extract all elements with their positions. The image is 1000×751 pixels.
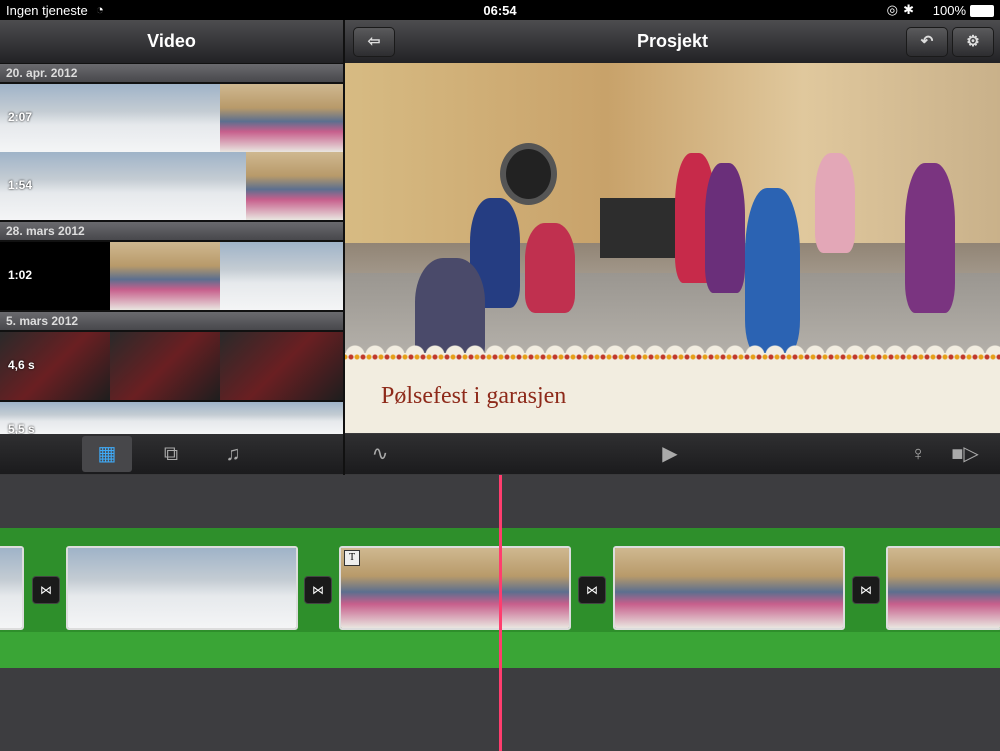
- project-header: ⇦ Prosjekt ↶ ⚙: [345, 20, 1000, 64]
- clip-frame: [615, 548, 695, 628]
- battery-icon: [970, 5, 994, 17]
- timeline-clip[interactable]: [0, 546, 24, 630]
- film-back-icon: ⇦: [367, 33, 381, 50]
- timeline-clip[interactable]: [613, 546, 845, 630]
- clock-label: 06:54: [483, 3, 517, 18]
- back-to-projects-button[interactable]: ⇦: [353, 27, 395, 57]
- clip-row[interactable]: 1:02: [0, 242, 343, 310]
- video-tab[interactable]: ▦: [82, 436, 132, 472]
- clip-thumbnail: [110, 242, 220, 310]
- film-icon: ▦: [97, 443, 117, 465]
- timeline-clip[interactable]: [66, 546, 298, 630]
- battery-percent: 100%: [932, 3, 966, 18]
- transition-button[interactable]: ⋈: [852, 576, 880, 604]
- clip-frame: [421, 548, 501, 628]
- waveform-icon: ∿: [371, 443, 389, 465]
- clip-frame: [148, 548, 228, 628]
- timeline-clip-selected[interactable]: [339, 546, 571, 630]
- clip-duration: 4,6 s: [8, 358, 35, 372]
- title-marker-icon: T: [344, 550, 360, 566]
- play-button[interactable]: ▶: [650, 436, 690, 472]
- date-header: 5. mars 2012: [0, 312, 343, 330]
- media-browser: 20. apr. 2012 2:07 1:54 28. mars 2012 1:…: [0, 64, 343, 434]
- audio-waveform-button[interactable]: ∿: [360, 436, 400, 472]
- clip-frame: [888, 548, 1000, 628]
- child-figure: [525, 223, 575, 313]
- tire-image: [500, 143, 557, 205]
- title-dots: [345, 353, 1000, 361]
- clip-thumbnail: [0, 402, 343, 434]
- clip-frame: [775, 548, 843, 628]
- title-text: Pølsefest i garasjen: [381, 383, 567, 409]
- clip-frame: [68, 548, 148, 628]
- clip-row[interactable]: 4,6 s: [0, 332, 343, 400]
- photos-icon: ⧉: [163, 443, 179, 465]
- gear-icon: ⚙: [966, 33, 980, 50]
- clip-thumbnail: [110, 332, 220, 400]
- transition-button[interactable]: ⋈: [304, 576, 332, 604]
- date-header: 20. apr. 2012: [0, 64, 343, 82]
- clip-row[interactable]: 2:07: [0, 84, 343, 152]
- bluetooth-icon: ✱: [903, 2, 914, 17]
- child-figure: [745, 188, 800, 353]
- clip-thumbnail: [220, 242, 343, 310]
- media-browser-toolbar: ▦ ⧉ ♫: [0, 434, 343, 474]
- child-figure: [705, 163, 745, 293]
- audio-tab[interactable]: ♫: [208, 436, 258, 472]
- project-title: Prosjekt: [636, 31, 709, 51]
- clip-duration: 5,5 s: [8, 422, 35, 434]
- clip-thumbnail: [82, 152, 164, 220]
- transition-icon: ⋈: [586, 583, 598, 597]
- clip-frame: [228, 548, 296, 628]
- photos-tab[interactable]: ⧉: [146, 436, 196, 472]
- transition-icon: ⋈: [40, 583, 52, 597]
- transition-button[interactable]: ⋈: [578, 576, 606, 604]
- clip-duration: 1:02: [8, 268, 33, 282]
- child-figure: [815, 153, 855, 253]
- transition-icon: ⋈: [860, 583, 872, 597]
- clip-duration: 2:07: [8, 110, 33, 124]
- video-preview[interactable]: Pølsefest i garasjen: [345, 63, 1000, 433]
- video-camera-icon: ■▷: [951, 443, 979, 465]
- clip-frame: [0, 548, 22, 628]
- clip-thumbnail: [220, 332, 343, 400]
- transition-button[interactable]: ⋈: [32, 576, 60, 604]
- media-browser-header: Video: [0, 20, 343, 64]
- media-browser-title: Video: [147, 31, 196, 51]
- settings-button[interactable]: ⚙: [952, 27, 994, 57]
- timeline-clip[interactable]: [886, 546, 1000, 630]
- play-icon: ▶: [662, 443, 678, 465]
- clip-thumbnail: [246, 152, 343, 220]
- playhead[interactable]: [499, 475, 502, 751]
- date-header: 28. mars 2012: [0, 222, 343, 240]
- transition-icon: ⋈: [312, 583, 324, 597]
- microphone-icon: ♀: [910, 443, 926, 465]
- clip-thumbnail: [110, 84, 220, 152]
- child-figure: [905, 163, 955, 313]
- clip-thumbnail: [164, 152, 246, 220]
- clip-row[interactable]: 5,5 s: [0, 402, 343, 434]
- status-bar: Ingen tjeneste ◔ 06:54 ◎ ✱ 100%: [0, 0, 1000, 20]
- title-overlay: Pølsefest i garasjen: [345, 343, 1000, 433]
- project-toolbar: ∿ ▶ ♀ ■▷: [345, 434, 1000, 474]
- clip-duration: 1:54: [8, 178, 33, 192]
- record-voiceover-button[interactable]: ♀: [898, 436, 938, 472]
- clip-frame: [695, 548, 775, 628]
- clip-row[interactable]: 1:54: [0, 152, 343, 220]
- undo-icon: ↶: [920, 33, 934, 50]
- camera-button[interactable]: ■▷: [945, 436, 985, 472]
- clip-frame: [501, 548, 569, 628]
- clip-thumbnail: [220, 84, 343, 152]
- rotation-lock-icon: ◎: [886, 2, 898, 17]
- undo-button[interactable]: ↶: [906, 27, 948, 57]
- music-note-icon: ♫: [225, 443, 241, 465]
